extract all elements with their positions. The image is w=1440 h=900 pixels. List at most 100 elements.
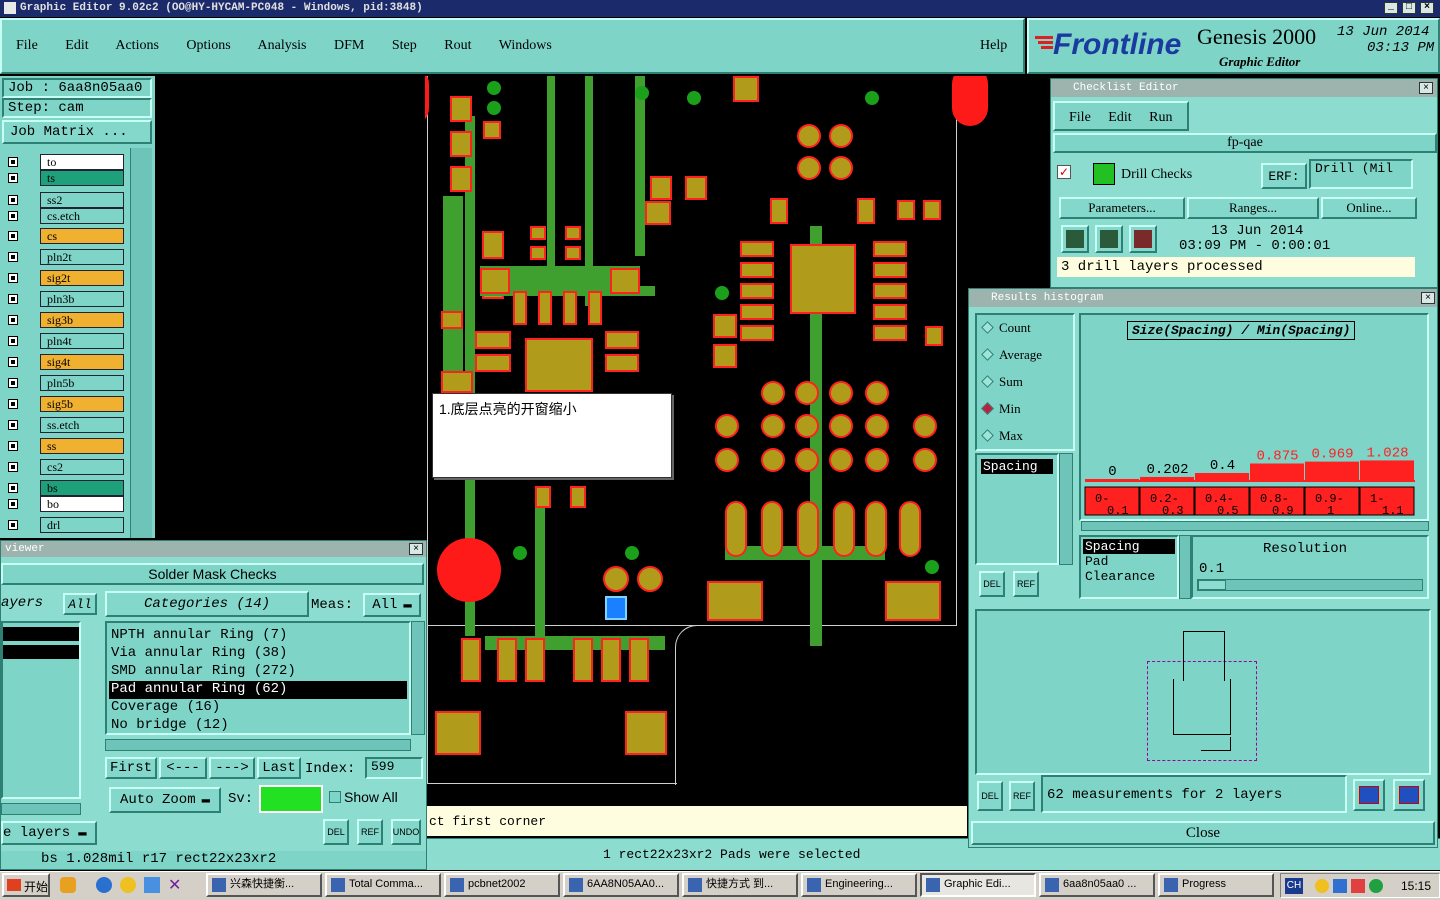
- layer-row-pln2t[interactable]: pln2t: [6, 249, 126, 265]
- next-button[interactable]: --->: [209, 757, 255, 779]
- tray-icon-1[interactable]: [1315, 879, 1329, 893]
- erf-value[interactable]: Drill (Mil: [1309, 159, 1413, 189]
- layers-all-button[interactable]: All: [63, 593, 97, 615]
- viewer-close-icon[interactable]: ×: [409, 543, 423, 555]
- layer-name[interactable]: ss.etch: [40, 417, 124, 433]
- close-button[interactable]: Close: [971, 821, 1435, 845]
- run-check-icon[interactable]: [1061, 225, 1089, 253]
- layer-name[interactable]: to: [40, 154, 124, 170]
- taskbar-item[interactable]: Graphic Edi...: [920, 873, 1036, 897]
- index-input[interactable]: 599: [365, 757, 423, 779]
- preview-del-button[interactable]: DEL: [977, 781, 1003, 811]
- layer-row-to[interactable]: to: [6, 154, 126, 170]
- category-item[interactable]: NPTH annular Ring (7): [109, 627, 407, 645]
- categories-hscrollbar[interactable]: [105, 739, 411, 751]
- layer-name[interactable]: cs: [40, 228, 124, 244]
- layer-row-sig4t[interactable]: sig4t: [6, 354, 126, 370]
- type-pad[interactable]: Pad: [1081, 554, 1177, 569]
- layer-name[interactable]: ss: [40, 438, 124, 454]
- layer-row-cs.etch[interactable]: cs.etch: [6, 208, 126, 224]
- menu-windows[interactable]: Windows: [499, 38, 552, 53]
- menu-dfm[interactable]: DFM: [334, 38, 364, 53]
- online-button[interactable]: Online...: [1321, 197, 1417, 219]
- option-max[interactable]: Max: [977, 423, 1073, 450]
- histogram-bar[interactable]: [1305, 461, 1359, 481]
- menu-options[interactable]: Options: [186, 38, 230, 53]
- option-sum[interactable]: Sum: [977, 369, 1073, 396]
- chart-hscrollbar[interactable]: [1081, 521, 1429, 531]
- menu-help[interactable]: Help: [980, 38, 1007, 54]
- layer-name[interactable]: bs: [40, 480, 124, 496]
- layer-name[interactable]: pln5b: [40, 375, 124, 391]
- layer-name[interactable]: pln2t: [40, 249, 124, 265]
- tray-icon-3[interactable]: [1351, 879, 1365, 893]
- start-button[interactable]: 开始: [2, 873, 50, 897]
- taskbar-item[interactable]: pcbnet2002: [444, 873, 560, 897]
- layer-checkbox[interactable]: [8, 252, 18, 262]
- checklist-menu-edit[interactable]: Edit: [1108, 110, 1131, 125]
- type-clearance[interactable]: Clearance: [1081, 569, 1177, 584]
- checklist-menu-run[interactable]: Run: [1149, 110, 1172, 125]
- layer-name[interactable]: sig2t: [40, 270, 124, 286]
- histogram-bar[interactable]: [1360, 460, 1414, 481]
- auto-zoom-select[interactable]: Auto Zoom ▬: [109, 787, 221, 813]
- layer-checkbox[interactable]: [8, 420, 18, 430]
- type-spacing[interactable]: Spacing: [1083, 539, 1175, 554]
- taskbar-item[interactable]: 6AA8N05AA0...: [563, 873, 679, 897]
- type-list[interactable]: Spacing Pad Clearance: [1079, 535, 1179, 599]
- run-fail-icon[interactable]: [1129, 225, 1157, 253]
- layer-name[interactable]: sig3b: [40, 312, 124, 328]
- layer-name[interactable]: ts: [40, 170, 124, 186]
- undo-icon[interactable]: UNDO: [391, 819, 421, 845]
- layer-name[interactable]: ss2: [40, 192, 124, 208]
- layer-row-pln4t[interactable]: pln4t: [6, 333, 126, 349]
- layer-checkbox[interactable]: [8, 231, 18, 241]
- layer-name[interactable]: sig5b: [40, 396, 124, 412]
- layer-checkbox[interactable]: [8, 357, 18, 367]
- taskbar-item[interactable]: Engineering...: [801, 873, 917, 897]
- option-average[interactable]: Average: [977, 342, 1073, 369]
- selected-pad[interactable]: [605, 596, 627, 620]
- layer-row-pln3b[interactable]: pln3b: [6, 291, 126, 307]
- histogram-close-icon[interactable]: ×: [1421, 292, 1435, 304]
- layer-checkbox[interactable]: [8, 173, 18, 183]
- preview-ref-button[interactable]: REF: [1009, 781, 1035, 811]
- layer-checkbox[interactable]: [8, 378, 18, 388]
- ref-button[interactable]: REF: [357, 819, 383, 845]
- layer-row-pln5b[interactable]: pln5b: [6, 375, 126, 391]
- show-all-checkbox[interactable]: [329, 791, 341, 803]
- erf-button[interactable]: ERF:: [1261, 163, 1307, 189]
- last-button[interactable]: Last: [257, 757, 301, 779]
- run-step-icon[interactable]: [1095, 225, 1123, 253]
- taskbar-item[interactable]: Progress: [1158, 873, 1274, 897]
- layer-row-ss2[interactable]: ss2: [6, 192, 126, 208]
- layer-row-bo[interactable]: bo: [6, 496, 126, 512]
- layer-row-ss.etch[interactable]: ss.etch: [6, 417, 126, 433]
- measure-list[interactable]: Spacing: [975, 453, 1059, 565]
- category-item[interactable]: Pad annular Ring (62): [109, 681, 407, 699]
- categories-button[interactable]: Categories (14): [105, 591, 309, 617]
- layer-scrollbar[interactable]: [130, 148, 152, 538]
- measure-list-scrollbar[interactable]: [1059, 453, 1073, 565]
- layer-checkbox[interactable]: [8, 399, 18, 409]
- tray-icon-2[interactable]: [1333, 879, 1347, 893]
- taskbar-item[interactable]: 快捷方式 到...: [682, 873, 798, 897]
- categories-list[interactable]: NPTH annular Ring (7) Via annular Ring (3…: [105, 621, 411, 735]
- taskbar-item[interactable]: 6aa8n05aa0 ...: [1039, 873, 1155, 897]
- lang-indicator[interactable]: CH: [1285, 878, 1303, 894]
- category-item[interactable]: SMD annular Ring (272): [109, 663, 407, 681]
- layer-checkbox[interactable]: [8, 315, 18, 325]
- option-min[interactable]: Min: [977, 396, 1073, 423]
- sv-color-select[interactable]: [259, 785, 323, 813]
- taskbar-item[interactable]: 兴森快捷衡...: [206, 873, 322, 897]
- measure-list-item[interactable]: Spacing: [981, 459, 1053, 474]
- clock-app-icon[interactable]: [120, 877, 136, 893]
- layer-row-bs[interactable]: bs: [6, 480, 126, 496]
- layer-row-sig2t[interactable]: sig2t: [6, 270, 126, 286]
- checklist-menu-file[interactable]: File: [1069, 110, 1091, 125]
- layer-name[interactable]: drl: [40, 517, 124, 533]
- del-button[interactable]: DEL: [323, 819, 349, 845]
- menu-actions[interactable]: Actions: [115, 38, 159, 53]
- first-button[interactable]: First: [105, 757, 157, 779]
- menu-step[interactable]: Step: [392, 38, 417, 53]
